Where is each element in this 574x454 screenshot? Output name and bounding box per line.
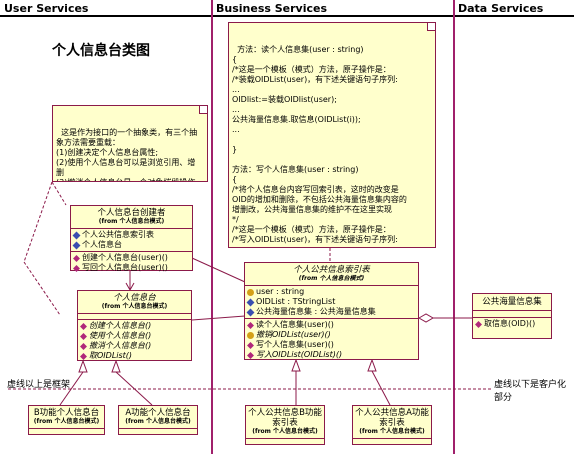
operation: 写个人信息集(user)() xyxy=(256,340,334,349)
class-name: 个人公共信息A功能索引表 xyxy=(355,408,429,428)
note-fold-icon xyxy=(199,106,207,114)
class-a-portal[interactable]: A功能个人信息台 (from 个人信息台模式) xyxy=(118,405,198,435)
operation-icon xyxy=(80,322,87,330)
attribute: OIDList : TStringList xyxy=(256,297,336,306)
operation-icon xyxy=(247,321,254,329)
attribute-icon xyxy=(72,241,81,249)
note-fold-icon xyxy=(427,23,435,31)
operation: 使用个人信息台() xyxy=(89,331,152,340)
class-package: (from 个人信息台模式) xyxy=(33,418,100,425)
operation-icon xyxy=(475,320,482,328)
class-name: A功能个人信息台 xyxy=(125,408,191,418)
class-portal-creator[interactable]: 个人信息台创建者 (from 个人信息台模式) 个人公共信息索引表 个人信息台 … xyxy=(70,205,193,272)
operation-icon xyxy=(73,254,80,262)
operation: 撤销OIDList(user)() xyxy=(256,330,331,339)
diagram-title: 个人信息台类图 xyxy=(52,43,150,59)
class-public-mass-data[interactable]: 公共海量信息集 取信息(OID)() xyxy=(472,293,552,339)
class-package: (from 个人信息台模式) xyxy=(252,428,318,435)
class-b-index[interactable]: 个人公共信息B功能索引表 (from 个人信息台模式) xyxy=(245,405,325,445)
operation-icon xyxy=(73,264,80,272)
operation: 写入OIDList(OIDList)() xyxy=(256,350,343,359)
class-public-info-index[interactable]: 个人公共信息索引表 (from 个人信息台模式) user : string O… xyxy=(244,262,419,360)
key-attribute-icon xyxy=(247,288,254,296)
class-name: B功能个人信息台 xyxy=(33,408,100,418)
operation: 取OIDList() xyxy=(89,351,133,360)
attribute: 个人信息台 xyxy=(82,240,122,249)
class-b-portal[interactable]: B功能个人信息台 (from 个人信息台模式) xyxy=(28,405,105,435)
operation-icon xyxy=(247,341,254,349)
operation-icon xyxy=(80,342,87,350)
class-name: 个人信息台创建者 xyxy=(97,208,166,218)
class-a-index[interactable]: 个人公共信息A功能索引表 (from 个人信息台模式) xyxy=(352,405,432,445)
operation: 撤消个人信息台() xyxy=(89,341,152,350)
class-name: 个人公共信息B功能索引表 xyxy=(248,408,322,428)
operation-icon xyxy=(247,351,254,359)
framework-label: 虚线以上是框架 xyxy=(7,380,71,390)
custom-label: 虚线以下是客户化部分 xyxy=(494,380,567,403)
operation: 创建个人信息台() xyxy=(89,321,152,330)
class-package: (from 个人信息台模式) xyxy=(101,303,168,310)
operation: 创建个人信息台(user)() xyxy=(82,253,168,262)
method-code-note: 方法：读个人信息集(user : string) { /*这是一个模板（模式）方… xyxy=(228,22,436,248)
attribute: 公共海量信息集 : 公共海量信息集 xyxy=(256,307,376,316)
attribute: user : string xyxy=(256,287,305,296)
operation: 取信息(OID)() xyxy=(484,319,536,328)
abstract-class-note: 这是作为接口的一个抽象类，有三个抽 象方法需要重载： (1)创建决定个人信息台属… xyxy=(52,105,208,182)
class-name: 个人公共信息索引表 xyxy=(293,265,370,275)
abstract-note-text: 这是作为接口的一个抽象类，有三个抽 象方法需要重载： (1)创建决定个人信息台属… xyxy=(56,128,198,181)
attribute-icon xyxy=(246,298,255,306)
class-name: 公共海量信息集 xyxy=(482,297,542,307)
class-package: (from 个人信息台模式) xyxy=(298,275,365,282)
attribute-icon xyxy=(246,308,255,316)
operation-icon xyxy=(80,332,87,340)
class-name: 个人信息台 xyxy=(113,293,156,303)
class-package: (from 个人信息台模式) xyxy=(125,418,191,425)
attribute-icon xyxy=(72,231,81,239)
operation: 写回个人信息台(user)() xyxy=(82,263,168,272)
attribute: 个人公共信息索引表 xyxy=(82,230,154,239)
code-note-text: 方法：读个人信息集(user : string) { /*这是一个模板（模式）方… xyxy=(232,45,407,247)
operation-icon xyxy=(80,352,87,360)
operation: 读个人信息集(user)() xyxy=(256,320,334,329)
key-operation-icon xyxy=(247,331,254,339)
class-package: (from 个人信息台模式) xyxy=(359,428,425,435)
class-personal-portal[interactable]: 个人信息台 (from 个人信息台模式) 创建个人信息台() 使用个人信息台()… xyxy=(77,290,192,361)
class-package: (from 个人信息台模式) xyxy=(98,218,165,225)
